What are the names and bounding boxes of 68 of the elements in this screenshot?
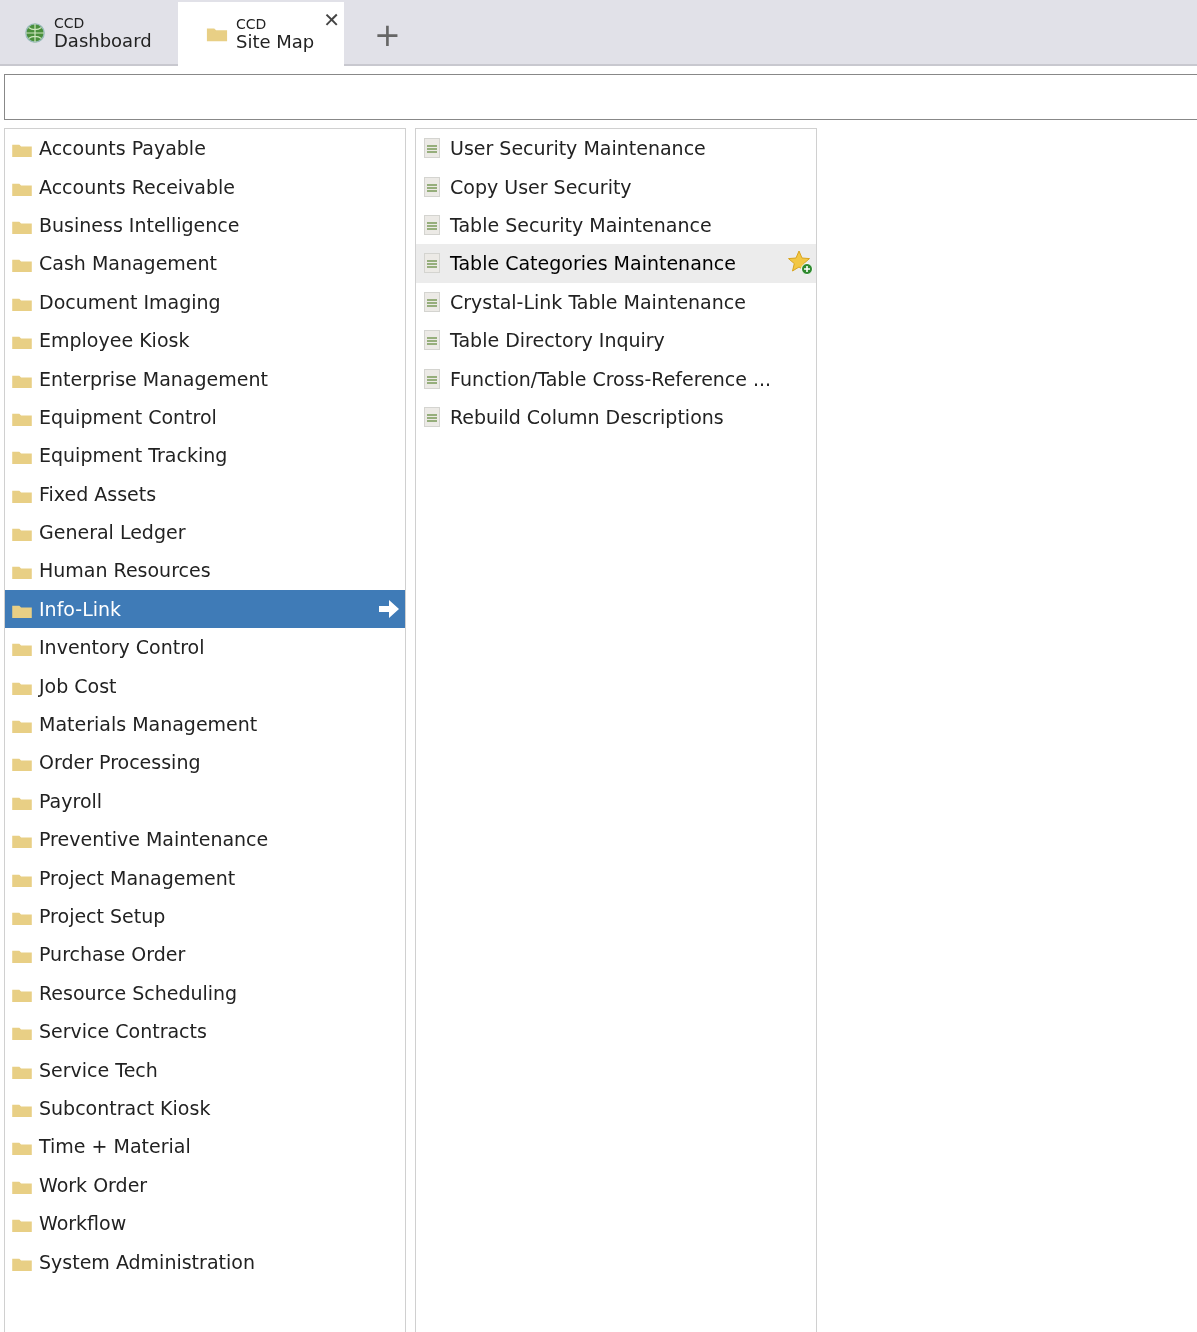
module-item[interactable]: Employee Kiosk <box>5 320 405 360</box>
module-item[interactable]: Accounts Payable <box>5 129 405 168</box>
folder-icon <box>11 1217 33 1234</box>
function-item[interactable]: Copy User Security <box>416 167 816 206</box>
folder-icon <box>11 641 33 658</box>
module-item[interactable]: Resource Scheduling <box>5 973 405 1012</box>
module-item[interactable]: Work Order <box>5 1165 405 1204</box>
module-item[interactable]: Order Processing <box>5 743 405 782</box>
document-icon <box>424 214 440 235</box>
module-item[interactable]: Project Management <box>5 858 405 897</box>
module-item[interactable]: Subcontract Kiosk <box>5 1088 405 1128</box>
module-item[interactable]: System Administration <box>5 1242 405 1281</box>
new-tab-button[interactable]: + <box>374 16 401 54</box>
module-item[interactable]: Equipment Control <box>5 397 405 437</box>
document-icon <box>424 253 440 274</box>
folder-icon <box>11 948 33 965</box>
function-item[interactable]: Table Security Maintenance <box>416 205 816 245</box>
module-item[interactable]: Human Resources <box>5 551 405 590</box>
module-item[interactable]: General Ledger <box>5 512 405 552</box>
module-item[interactable]: Document Imaging <box>5 282 405 321</box>
document-icon <box>424 330 440 351</box>
document-icon <box>424 138 440 159</box>
function-item[interactable]: Table Categories Maintenance <box>416 244 816 283</box>
folder-icon <box>11 564 33 581</box>
function-item[interactable]: Rebuild Column Descriptions <box>416 397 816 437</box>
function-item[interactable]: Crystal-Link Table Maintenance <box>416 282 816 321</box>
function-item[interactable]: User Security Maintenance <box>416 129 816 168</box>
module-item[interactable]: Info-Link <box>5 589 405 629</box>
search-field[interactable] <box>4 74 1197 120</box>
module-item[interactable]: Fixed Assets <box>5 474 405 513</box>
folder-icon <box>11 142 33 159</box>
tab[interactable]: CCD Site Map ✕ <box>178 2 344 66</box>
module-item[interactable]: Cash Management <box>5 244 405 283</box>
folder-icon <box>11 756 33 773</box>
folder-icon <box>11 1140 33 1157</box>
folder-icon <box>11 257 33 274</box>
function-item[interactable]: Function/Table Cross-Reference ... <box>416 359 816 398</box>
folder-icon <box>11 1025 33 1042</box>
module-item[interactable]: Service Contracts <box>5 1012 405 1051</box>
module-item[interactable]: Accounts Receivable <box>5 167 405 206</box>
folder-icon <box>11 449 33 466</box>
document-icon <box>424 291 440 312</box>
module-item[interactable]: Payroll <box>5 781 405 821</box>
module-item[interactable]: Project Setup <box>5 896 405 936</box>
module-item[interactable]: Enterprise Management <box>5 359 405 398</box>
add-favorite-icon[interactable] <box>788 250 814 277</box>
globe-icon <box>24 22 46 44</box>
module-item[interactable]: Time + Material <box>5 1127 405 1166</box>
document-icon <box>424 176 440 197</box>
document-icon <box>424 406 440 427</box>
module-item[interactable]: Preventive Maintenance <box>5 820 405 859</box>
folder-icon <box>11 910 33 926</box>
module-item[interactable]: Purchase Order <box>5 935 405 974</box>
function-item[interactable]: Table Directory Inquiry <box>416 320 816 360</box>
module-item[interactable]: Business Intelligence <box>5 205 405 245</box>
folder-icon <box>11 718 33 735</box>
module-item[interactable]: Service Tech <box>5 1050 405 1089</box>
document-icon <box>424 368 440 389</box>
close-icon[interactable]: ✕ <box>323 8 340 32</box>
module-item[interactable]: Workflow <box>5 1203 405 1243</box>
arrow-right-icon <box>378 598 400 619</box>
folder-icon <box>11 526 33 543</box>
module-item[interactable]: Inventory Control <box>5 628 405 667</box>
module-item[interactable]: Equipment Tracking <box>5 436 405 475</box>
folder-icon <box>11 334 33 351</box>
module-item[interactable]: Materials Management <box>5 704 405 744</box>
folder-icon <box>11 833 33 850</box>
module-item[interactable]: Job Cost <box>5 666 405 705</box>
